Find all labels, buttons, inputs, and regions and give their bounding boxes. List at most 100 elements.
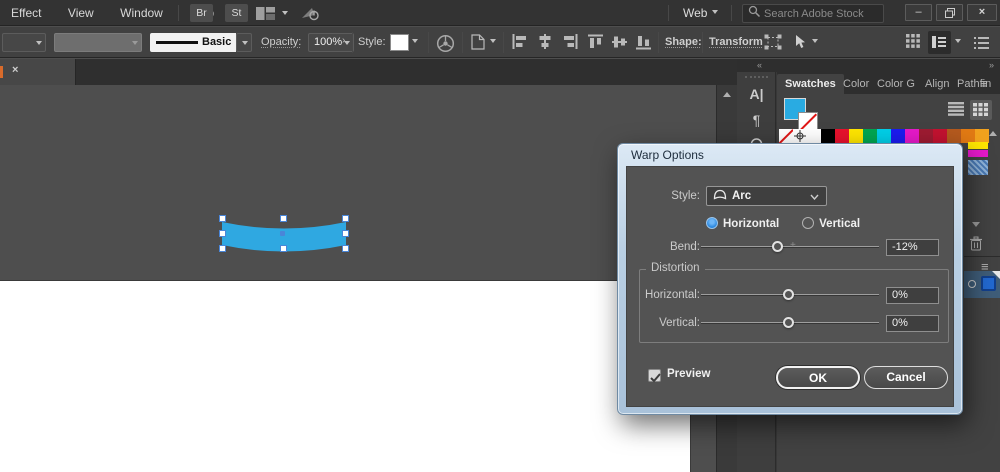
close-button[interactable]: × (967, 4, 997, 21)
tab-color[interactable]: Color (843, 74, 869, 94)
list-view-icon[interactable] (948, 102, 964, 121)
swatch[interactable] (835, 129, 849, 143)
preview-checkbox-label[interactable]: Preview (667, 368, 710, 380)
shape-label[interactable]: Shape: (665, 36, 702, 48)
select-similar-icon[interactable] (794, 34, 807, 55)
swatch[interactable] (863, 129, 877, 143)
brush-preview[interactable]: Basic (150, 33, 236, 52)
distortion-vertical-handle[interactable] (783, 317, 794, 328)
delete-swatch-icon[interactable] (969, 236, 983, 256)
bounding-box-icon[interactable] (764, 34, 782, 55)
swatch[interactable] (821, 129, 835, 143)
menu-view[interactable]: View (57, 0, 105, 20)
grid-view-button[interactable] (970, 100, 992, 120)
tab-swatches[interactable]: Swatches (777, 74, 844, 94)
brush-select-button[interactable] (236, 33, 252, 52)
swatch[interactable] (793, 129, 807, 143)
bend-slider[interactable]: + (701, 238, 879, 254)
recolor-artwork-icon[interactable] (436, 34, 455, 58)
swatch[interactable] (891, 129, 905, 143)
align-right-icon[interactable] (562, 34, 578, 54)
chevron-down-icon[interactable] (712, 10, 718, 14)
panel-dock-toggle-button[interactable] (928, 31, 951, 54)
swatch-scroll-down-icon[interactable] (972, 222, 980, 227)
vertical-radio[interactable] (802, 217, 814, 229)
opacity-input[interactable]: 100% (308, 33, 354, 52)
swatch-partial[interactable] (968, 150, 988, 157)
selection-center-point[interactable] (280, 231, 285, 236)
scroll-up-arrow-icon[interactable] (723, 92, 731, 97)
expand-panels-icon[interactable]: » (989, 59, 994, 71)
selection-handle[interactable] (280, 245, 287, 252)
bend-value-input[interactable]: -12% (886, 239, 939, 256)
align-bottom-icon[interactable] (636, 34, 651, 55)
canvas-area[interactable] (0, 85, 716, 472)
vertical-radio-label[interactable]: Vertical (819, 218, 860, 230)
artboard[interactable] (0, 281, 690, 472)
transform-label[interactable]: Transform (709, 36, 763, 48)
grip-handle[interactable] (745, 76, 768, 78)
selection-handle[interactable] (219, 215, 226, 222)
distortion-horizontal-input[interactable]: 0% (886, 287, 939, 304)
horizontal-radio-label[interactable]: Horizontal (723, 218, 779, 230)
paragraph-panel-icon[interactable]: ¶ (737, 112, 776, 128)
distortion-vertical-slider[interactable] (701, 314, 879, 330)
swatch-partial[interactable] (968, 142, 988, 149)
character-panel-icon[interactable]: A| (737, 86, 776, 102)
document-setup-icon[interactable] (471, 34, 485, 55)
selection-handle[interactable] (219, 230, 226, 237)
document-tab[interactable]: × (0, 59, 76, 85)
swatch-scroll-up-icon[interactable] (989, 131, 997, 136)
chevron-down-icon[interactable] (955, 39, 961, 43)
swatch[interactable] (905, 129, 919, 143)
adobe-stock-search-input[interactable]: Search Adobe Stock (742, 4, 884, 23)
bridge-button[interactable]: Br (190, 4, 213, 22)
grid-view-icon[interactable] (906, 34, 920, 53)
bend-slider-handle[interactable] (772, 241, 783, 252)
menu-list-icon[interactable] (974, 36, 989, 54)
align-center-icon[interactable] (537, 34, 553, 54)
swatch[interactable] (947, 129, 961, 143)
distortion-vertical-input[interactable]: 0% (886, 315, 939, 332)
align-top-icon[interactable] (588, 34, 603, 55)
cancel-button[interactable]: Cancel (864, 366, 948, 389)
minimize-button[interactable]: – (905, 4, 932, 21)
chevron-right-icon[interactable]: › (342, 35, 345, 46)
warp-style-select[interactable]: Arc (706, 186, 827, 206)
selection-handle[interactable] (342, 230, 349, 237)
chevron-down-icon[interactable] (282, 11, 288, 15)
align-middle-icon[interactable] (612, 34, 627, 55)
align-left-icon[interactable] (512, 34, 528, 54)
collapse-panels-icon[interactable]: « (757, 59, 762, 71)
swatch[interactable] (807, 129, 821, 143)
selection-handle[interactable] (342, 215, 349, 222)
workspace-switcher-icon[interactable] (256, 7, 275, 25)
ok-button[interactable]: OK (776, 366, 860, 389)
selection-handle[interactable] (342, 245, 349, 252)
restore-button[interactable] (936, 4, 963, 21)
swatch[interactable] (779, 129, 793, 143)
workspace-select[interactable]: Web (683, 6, 707, 20)
preview-checkbox[interactable] (648, 369, 661, 382)
swatch[interactable] (877, 129, 891, 143)
close-tab-icon[interactable]: × (12, 64, 18, 76)
selection-handle[interactable] (219, 245, 226, 252)
chevron-down-icon[interactable] (490, 39, 496, 43)
distortion-horizontal-handle[interactable] (783, 289, 794, 300)
stroke-weight-select[interactable] (2, 33, 46, 52)
graphic-style-swatch[interactable] (390, 34, 409, 51)
distortion-horizontal-slider[interactable] (701, 286, 879, 302)
variable-width-select[interactable] (54, 33, 142, 52)
gpu-performance-icon[interactable] (300, 5, 320, 27)
menu-window[interactable]: Window (109, 0, 174, 20)
selection-handle[interactable] (280, 215, 287, 222)
warped-shape[interactable] (221, 220, 347, 260)
swatch[interactable] (919, 129, 933, 143)
opacity-label[interactable]: Opacity: (261, 36, 301, 48)
layer-target-icon[interactable] (968, 280, 976, 288)
swatch[interactable] (961, 129, 975, 143)
menu-effect[interactable]: Effect (0, 0, 52, 20)
stock-button[interactable]: St (225, 4, 248, 22)
chevron-down-icon[interactable] (412, 39, 418, 43)
horizontal-radio[interactable] (706, 217, 718, 229)
